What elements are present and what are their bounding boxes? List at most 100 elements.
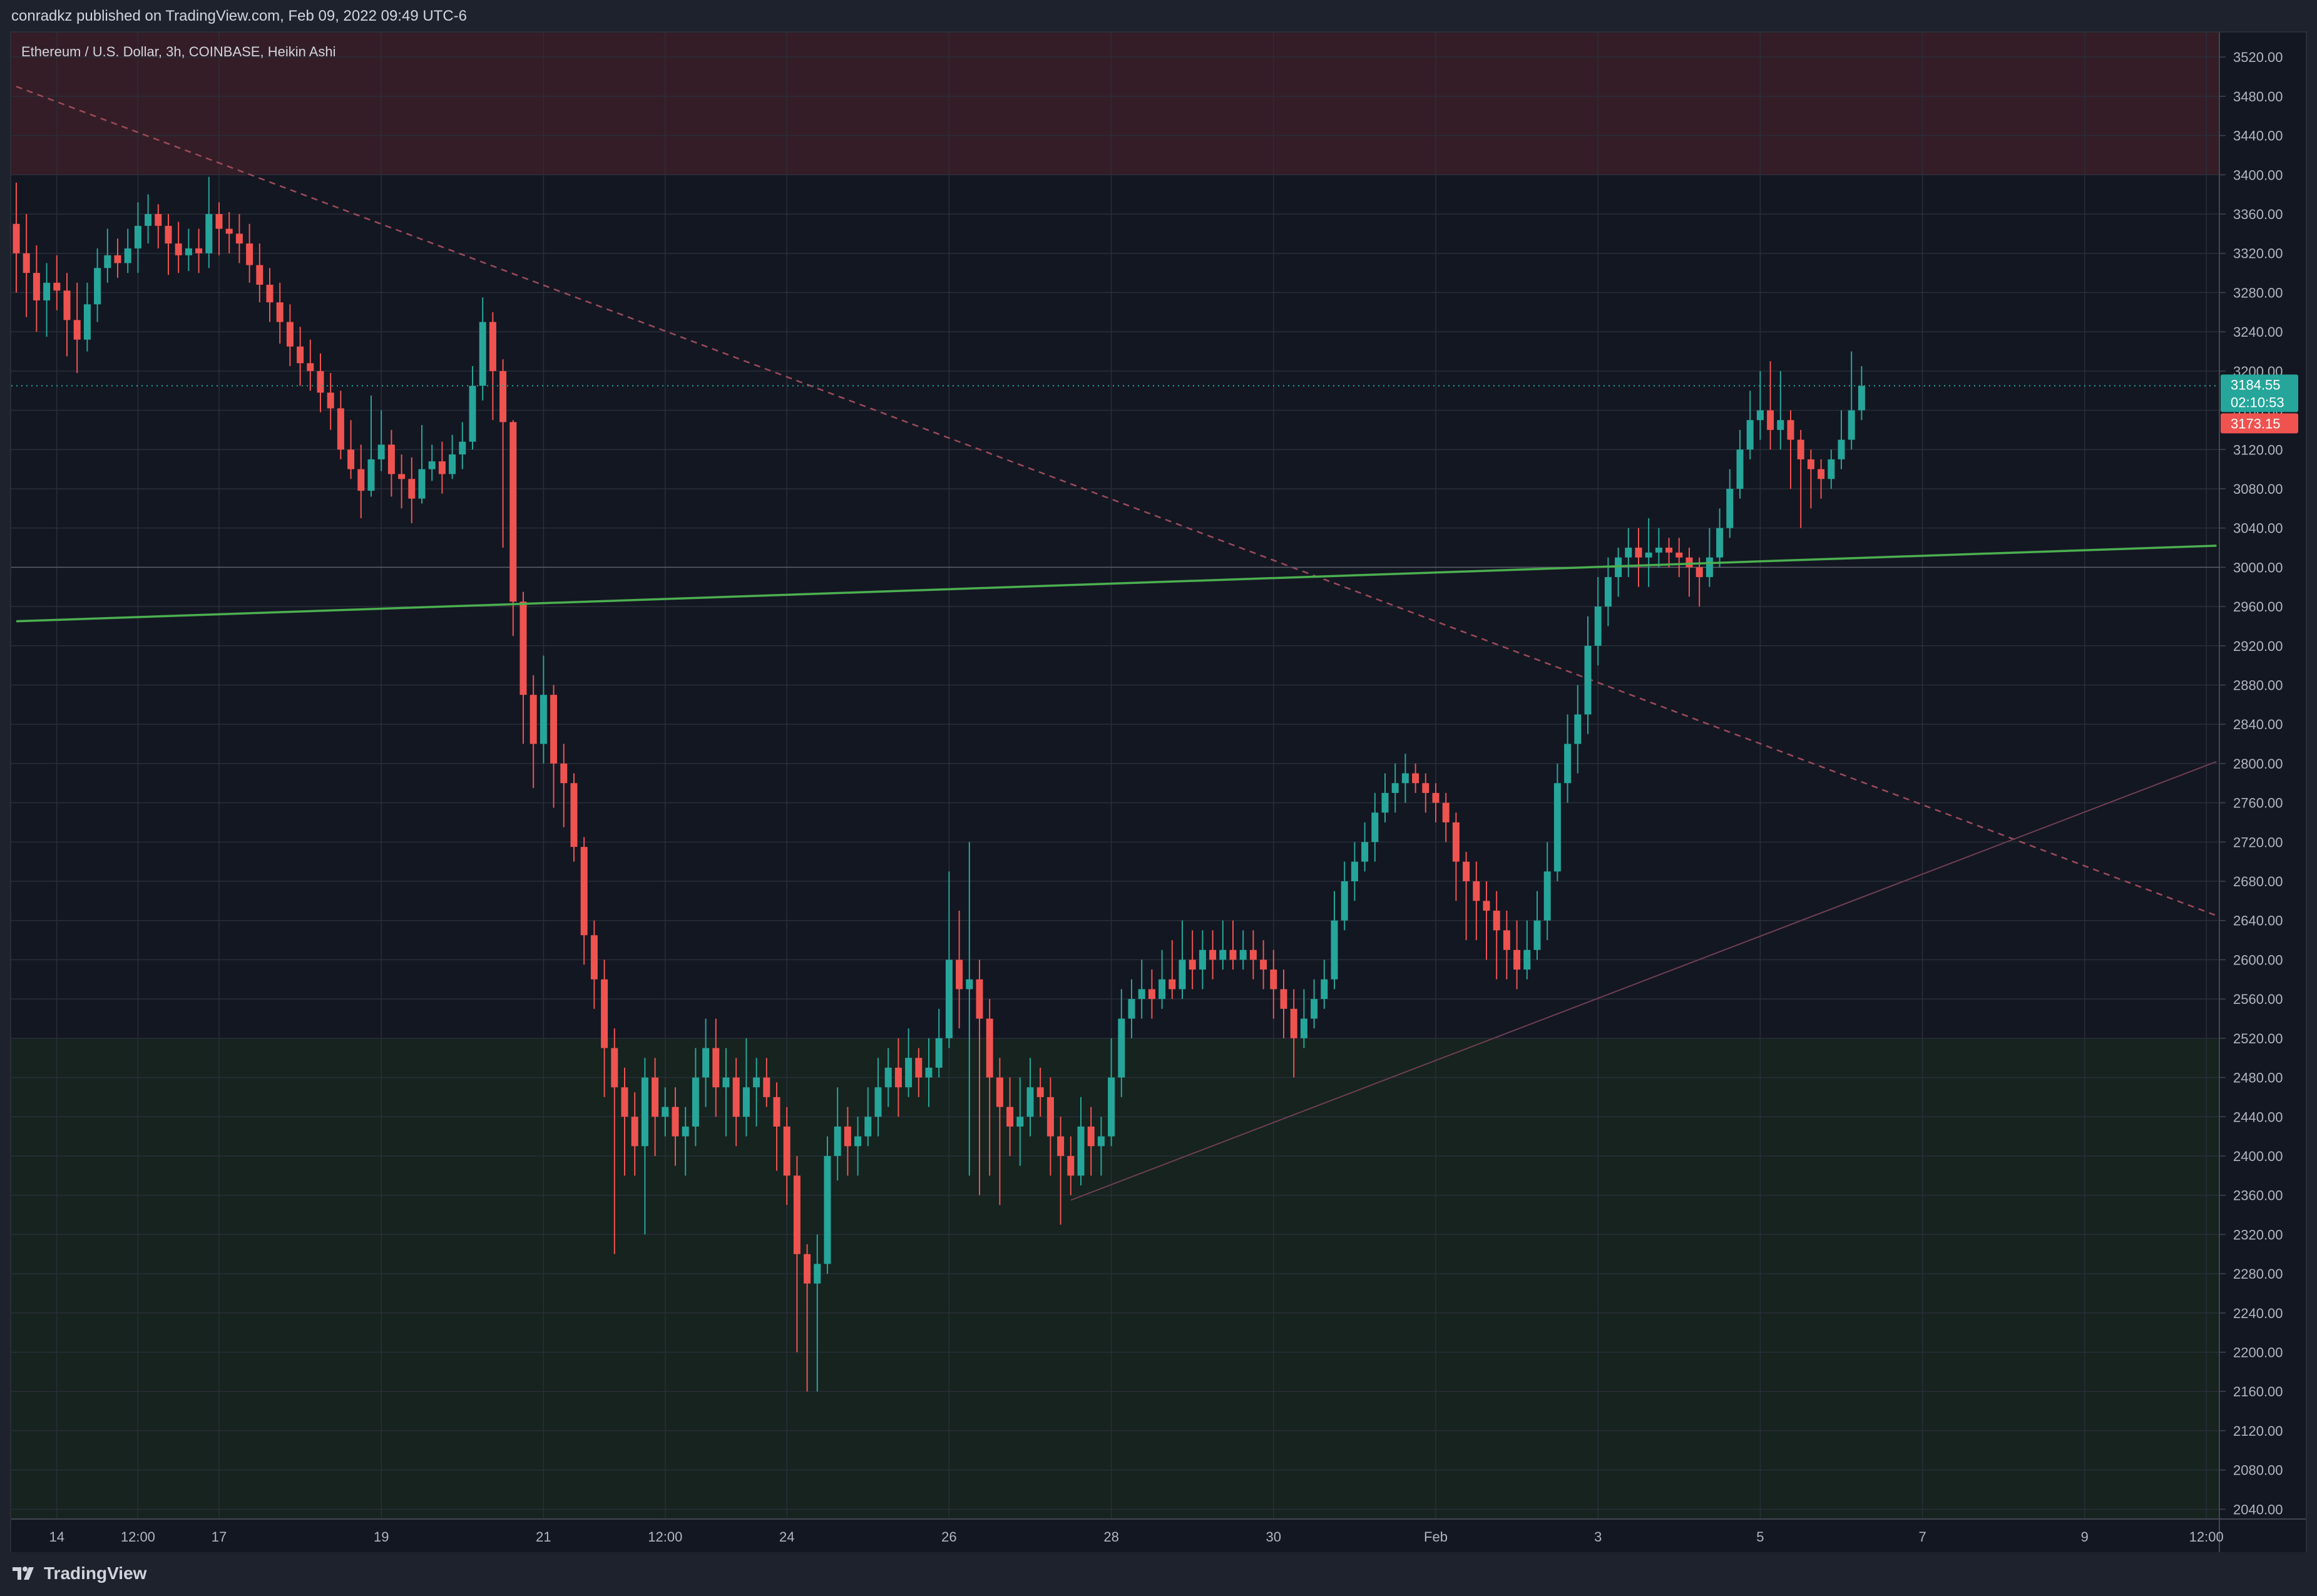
price-tick-label: 2240.00 [2233, 1306, 2283, 1321]
price-tick-label: 3040.00 [2233, 521, 2283, 536]
candle-body [225, 228, 233, 234]
price-tick-label: 2200.00 [2233, 1344, 2283, 1360]
time-tick-label: 7 [1918, 1529, 1926, 1545]
candle-body [195, 248, 203, 253]
candle-body [611, 1048, 618, 1088]
candle-body [1574, 714, 1582, 744]
price-tick-label: 3240.00 [2233, 324, 2283, 340]
candle-body [124, 248, 131, 263]
support-trendline [16, 545, 2217, 623]
candle-body [804, 1254, 811, 1284]
price-tick-label: 2560.00 [2233, 991, 2283, 1007]
candle-body [844, 1126, 851, 1147]
candle-body [297, 346, 304, 364]
candle-body [1179, 959, 1186, 990]
candle-body [1412, 773, 1419, 784]
candle-body [1736, 449, 1744, 489]
candle-body [1006, 1107, 1014, 1127]
candle-body [256, 265, 263, 285]
price-tick-label: 3360.00 [2233, 207, 2283, 222]
candle-body [1371, 812, 1379, 842]
demand-zone [11, 1038, 2219, 1519]
price-tick-label: 2800.00 [2233, 756, 2283, 772]
candle-body [509, 422, 517, 602]
candle-body [1026, 1087, 1034, 1117]
time-tick-label: 21 [536, 1529, 551, 1545]
time-tick-label: 28 [1103, 1529, 1118, 1545]
price-tick-label: 2320.00 [2233, 1227, 2283, 1242]
candle-body [1523, 949, 1531, 970]
candle-body [1533, 920, 1541, 950]
candle-body [773, 1097, 780, 1127]
candle-body [1067, 1155, 1075, 1176]
chart-frame[interactable]: 2040.00 2080.00 2120.00 2160.00 2200.00 2240.… [10, 31, 2307, 1553]
candle-body [1260, 959, 1267, 970]
candle-body [1097, 1136, 1105, 1147]
candle-body [915, 1058, 923, 1078]
candle-body [1665, 548, 1673, 553]
candle-body [732, 1077, 740, 1117]
time-tick-label: 3 [1594, 1529, 1602, 1545]
candle-body [652, 1077, 659, 1117]
candle-body [73, 320, 81, 340]
candle-body [834, 1126, 841, 1156]
candle-body [1148, 989, 1155, 1000]
candle-body [1706, 557, 1713, 578]
candle-body [874, 1087, 882, 1117]
candle-body [1361, 842, 1369, 862]
candle-body [1290, 1008, 1297, 1038]
candle-body [1848, 410, 1855, 440]
price-tick-label: 2520.00 [2233, 1031, 2283, 1046]
candle-body [83, 304, 91, 340]
candle-body [1401, 773, 1409, 784]
candle-body [367, 459, 375, 491]
time-tick-label: 5 [1756, 1529, 1764, 1545]
candle-body [682, 1126, 689, 1137]
candle-body [499, 371, 507, 422]
candle-body [246, 243, 253, 265]
candle-body [702, 1048, 710, 1078]
candle-body [418, 469, 426, 499]
price-tick-label: 2480.00 [2233, 1070, 2283, 1086]
price-chart[interactable]: 2040.00 2080.00 2120.00 2160.00 2200.00 2240.… [11, 33, 2306, 1552]
candle-body [175, 243, 182, 255]
candle-body [377, 444, 385, 459]
price-tick-label: 3440.00 [2233, 128, 2283, 144]
candle-body [1219, 949, 1227, 960]
price-tick-label: 2040.00 [2233, 1501, 2283, 1517]
candle-body [1858, 386, 1865, 411]
candle-body [1818, 469, 1825, 479]
candle-body [692, 1077, 699, 1127]
candle-body [134, 225, 141, 248]
candle-body [266, 284, 274, 303]
candle-body [43, 282, 51, 300]
candle-body [205, 214, 213, 253]
candle-body [540, 695, 547, 744]
candle-body [1077, 1126, 1085, 1176]
candle-body [1828, 459, 1835, 479]
candle-body [1675, 552, 1683, 558]
tradingview-brand: TradingView [44, 1563, 147, 1583]
candle-body [1838, 439, 1845, 459]
candle-body [215, 214, 223, 229]
time-tick-label: 17 [212, 1529, 227, 1545]
price-tick-label: 2960.00 [2233, 599, 2283, 615]
candle-body [1442, 802, 1450, 822]
candle-body [1331, 920, 1338, 980]
price-tick-label: 2600.00 [2233, 952, 2283, 968]
tradingview-logo[interactable]: TradingView [11, 1563, 146, 1583]
time-tick-label: 12:00 [121, 1529, 155, 1545]
price-tick-label: 2440.00 [2233, 1109, 2283, 1125]
time-tick-label: 30 [1266, 1529, 1281, 1545]
candle-body [1209, 949, 1217, 960]
price-tick-label: 2680.00 [2233, 874, 2283, 889]
candle-body [722, 1077, 730, 1088]
publisher-line: conradkz published on TradingView.com, F… [11, 8, 467, 24]
candle-body [1777, 420, 1784, 430]
candle-body [529, 695, 537, 744]
candle-body [1483, 901, 1490, 911]
candle-body [945, 959, 953, 1038]
candle-body [641, 1077, 648, 1147]
candle-body [479, 322, 486, 386]
candle-body [631, 1117, 638, 1147]
